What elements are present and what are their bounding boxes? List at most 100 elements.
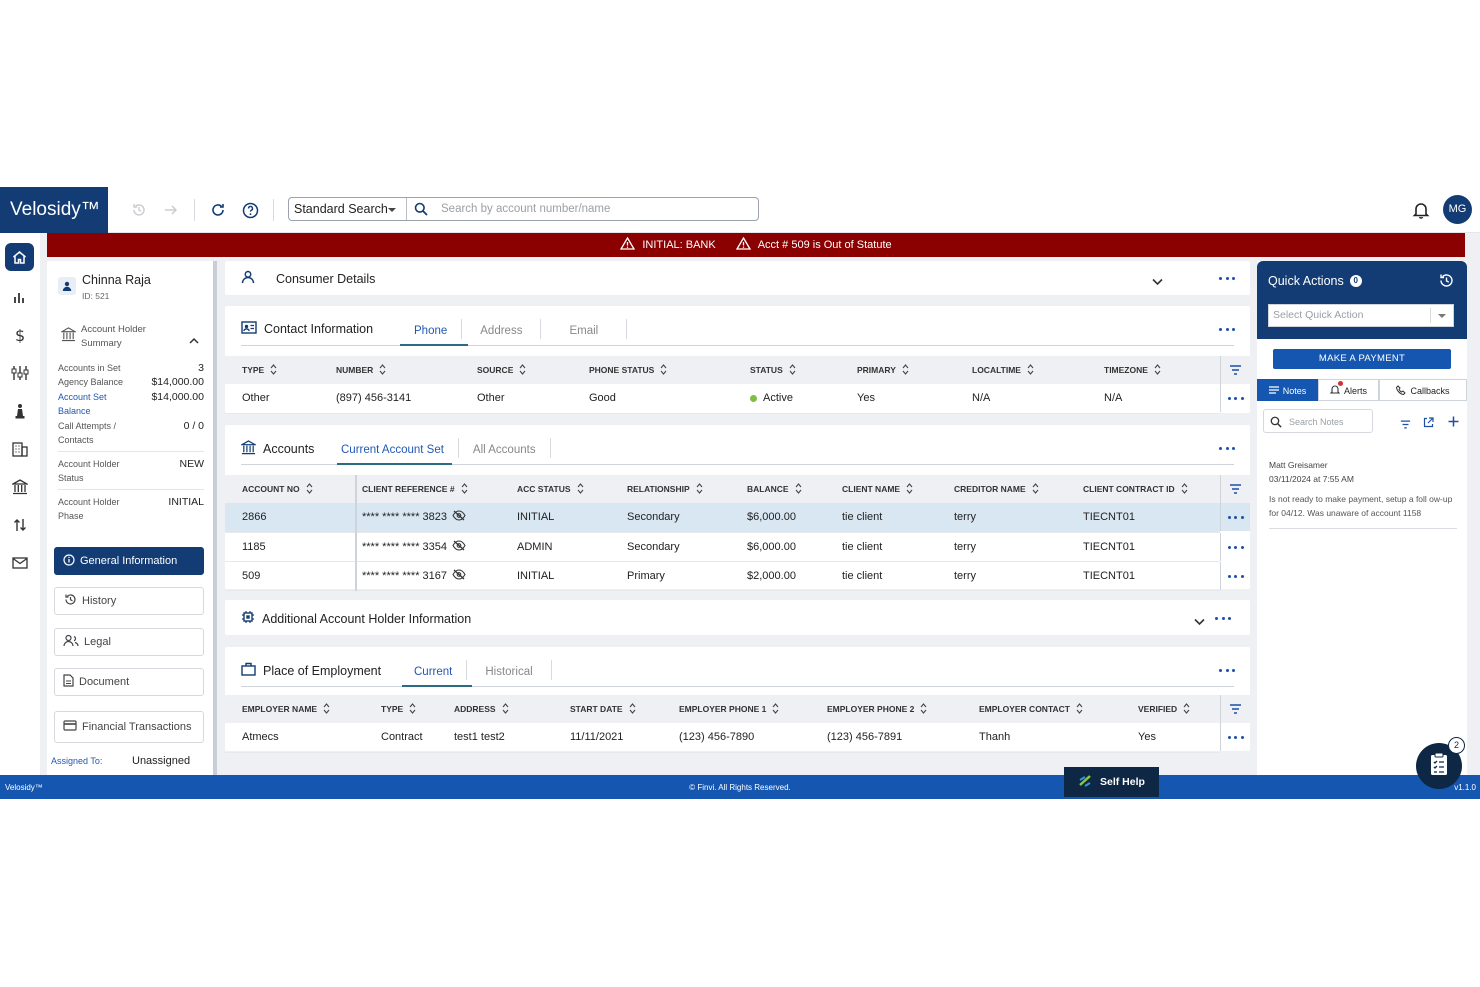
column-header[interactable]: PHONE STATUS — [572, 356, 733, 384]
more-options-icon[interactable] — [1215, 613, 1231, 623]
status-text: Active — [763, 392, 793, 405]
tab-phone[interactable]: Phone — [400, 319, 463, 339]
notes-search-input[interactable] — [1289, 414, 1369, 429]
column-header[interactable]: EMPLOYER CONTACT — [962, 695, 1121, 723]
column-header[interactable]: SOURCE — [460, 356, 572, 384]
dollar-icon[interactable]: $ — [10, 325, 30, 345]
tab-alerts[interactable]: Alerts — [1318, 379, 1379, 401]
more-options-icon[interactable] — [1219, 324, 1235, 334]
table-cell: terry — [937, 532, 1066, 562]
tab-current[interactable]: Current — [400, 660, 468, 680]
column-header[interactable]: EMPLOYER NAME — [225, 695, 364, 723]
building-icon[interactable] — [10, 439, 30, 459]
refresh-icon[interactable] — [208, 200, 228, 220]
filter-icon[interactable] — [1400, 416, 1411, 434]
user-avatar[interactable]: MG — [1443, 195, 1472, 224]
history-icon[interactable] — [1438, 273, 1454, 293]
column-header[interactable]: NUMBER — [319, 356, 460, 384]
filter-icon[interactable] — [1220, 695, 1250, 723]
chevron-up-icon[interactable] — [189, 331, 199, 349]
reports-chart-icon[interactable] — [10, 287, 30, 307]
column-header[interactable]: CLIENT NAME — [825, 475, 937, 503]
chevron-down-icon[interactable] — [1194, 613, 1205, 631]
eye-slash-icon[interactable] — [452, 510, 466, 524]
card-header[interactable]: Additional Account Holder Information — [241, 610, 471, 627]
eye-slash-icon[interactable] — [452, 568, 466, 583]
search-input[interactable] — [441, 200, 751, 218]
chess-piece-icon[interactable] — [10, 401, 30, 421]
tab-historical[interactable]: Historical — [467, 660, 552, 680]
tab-callbacks[interactable]: Callbacks — [1379, 379, 1467, 401]
column-header[interactable]: START DATE — [553, 695, 662, 723]
tab-address[interactable]: Address — [462, 319, 542, 339]
column-header[interactable]: EMPLOYER PHONE 2 — [810, 695, 962, 723]
row-more-options[interactable] — [1220, 723, 1250, 751]
bank-icon[interactable] — [10, 477, 30, 497]
row-more-options[interactable] — [1220, 503, 1250, 531]
back-history-icon[interactable] — [129, 200, 149, 220]
column-header[interactable]: TIMEZONE — [1087, 356, 1220, 384]
filter-icon[interactable] — [1220, 475, 1250, 503]
column-header[interactable]: ACCOUNT NO — [225, 475, 357, 503]
tab-current-account-set[interactable]: Current Account Set — [327, 438, 459, 458]
row-more-options[interactable] — [1220, 533, 1250, 561]
forward-arrow-icon[interactable] — [161, 200, 181, 220]
column-header[interactable]: CLIENT REFERENCE # — [356, 475, 500, 503]
row-more-options[interactable] — [1220, 562, 1250, 590]
divider — [273, 199, 274, 221]
column-header[interactable]: TYPE — [364, 695, 437, 723]
make-payment-button[interactable]: MAKE A PAYMENT — [1273, 349, 1451, 369]
column-header[interactable]: PRIMARY — [840, 356, 955, 384]
nav-legal[interactable]: Legal — [54, 628, 204, 656]
more-options-icon[interactable] — [1219, 665, 1235, 675]
table-row[interactable]: 509 **** **** **** 3167 INITIAL Primary … — [225, 561, 1220, 591]
column-header[interactable]: VERIFIED — [1121, 695, 1220, 723]
column-header[interactable]: BALANCE — [747, 475, 825, 503]
note-item[interactable]: Matt Greisamer 03/11/2024 at 7:55 AM Is … — [1269, 458, 1457, 529]
assigned-value[interactable]: Unassigned — [132, 755, 190, 767]
help-icon[interactable] — [240, 200, 260, 220]
self-help-button[interactable]: Self Help — [1064, 767, 1159, 797]
filter-icon[interactable] — [1220, 356, 1250, 384]
more-options-icon[interactable] — [1219, 273, 1235, 283]
column-header[interactable]: TYPE — [225, 356, 319, 384]
nav-document[interactable]: Document — [54, 668, 204, 696]
tab-email[interactable]: Email — [541, 319, 628, 339]
column-header[interactable]: LOCALTIME — [955, 356, 1087, 384]
account-set-balance-link[interactable]: Account Set Balance — [58, 390, 118, 418]
note-author: Matt Greisamer — [1269, 460, 1328, 470]
column-header[interactable]: ADDRESS — [437, 695, 553, 723]
nav-general-information[interactable]: General Information — [54, 547, 204, 575]
column-header[interactable]: CREDITOR NAME — [937, 475, 1066, 503]
notifications-bell-icon[interactable] — [1412, 201, 1430, 224]
more-options-icon[interactable] — [1219, 443, 1235, 453]
table-row[interactable]: Atmecs Contract test1 test2 11/11/2021 (… — [225, 723, 1220, 753]
nav-financial-transactions[interactable]: Financial Transactions — [54, 711, 204, 743]
column-header[interactable]: ACC STATUS — [500, 475, 610, 503]
column-header[interactable]: RELATIONSHIP — [610, 475, 747, 503]
table-cell: $6,000.00 — [747, 532, 825, 562]
add-note-icon[interactable] — [1448, 414, 1459, 432]
home-icon[interactable] — [5, 243, 34, 271]
chevron-down-icon[interactable] — [1152, 273, 1163, 291]
mail-icon[interactable] — [10, 553, 30, 573]
tab-notes[interactable]: Notes — [1257, 379, 1318, 401]
row-more-options[interactable] — [1220, 384, 1250, 412]
column-header[interactable]: EMPLOYER PHONE 1 — [662, 695, 810, 723]
column-header[interactable]: STATUS — [733, 356, 840, 384]
sliders-icon[interactable] — [10, 363, 30, 383]
table-row[interactable]: 2866 **** **** **** 3823 INITIAL Seconda… — [225, 503, 1220, 533]
quick-action-select[interactable]: Select Quick Action — [1268, 304, 1454, 327]
nav-history[interactable]: History — [54, 587, 204, 615]
table-row[interactable]: 1185 **** **** **** 3354 ADMIN Secondary… — [225, 532, 1220, 562]
card-header[interactable]: Consumer Details — [241, 270, 375, 287]
table-row[interactable]: Other (897) 456-3141 Other Good Active Y… — [225, 384, 1220, 414]
banner-text: INITIAL: BANK — [642, 239, 716, 251]
transfer-arrows-icon[interactable] — [10, 515, 30, 535]
external-link-icon[interactable] — [1423, 415, 1434, 433]
brand-logo[interactable]: Velosidy™ — [0, 187, 108, 233]
tab-all-accounts[interactable]: All Accounts — [459, 438, 551, 458]
search-mode-select[interactable]: Standard Search — [289, 198, 407, 220]
column-header[interactable]: CLIENT CONTRACT ID — [1066, 475, 1220, 503]
eye-slash-icon[interactable] — [452, 539, 466, 554]
